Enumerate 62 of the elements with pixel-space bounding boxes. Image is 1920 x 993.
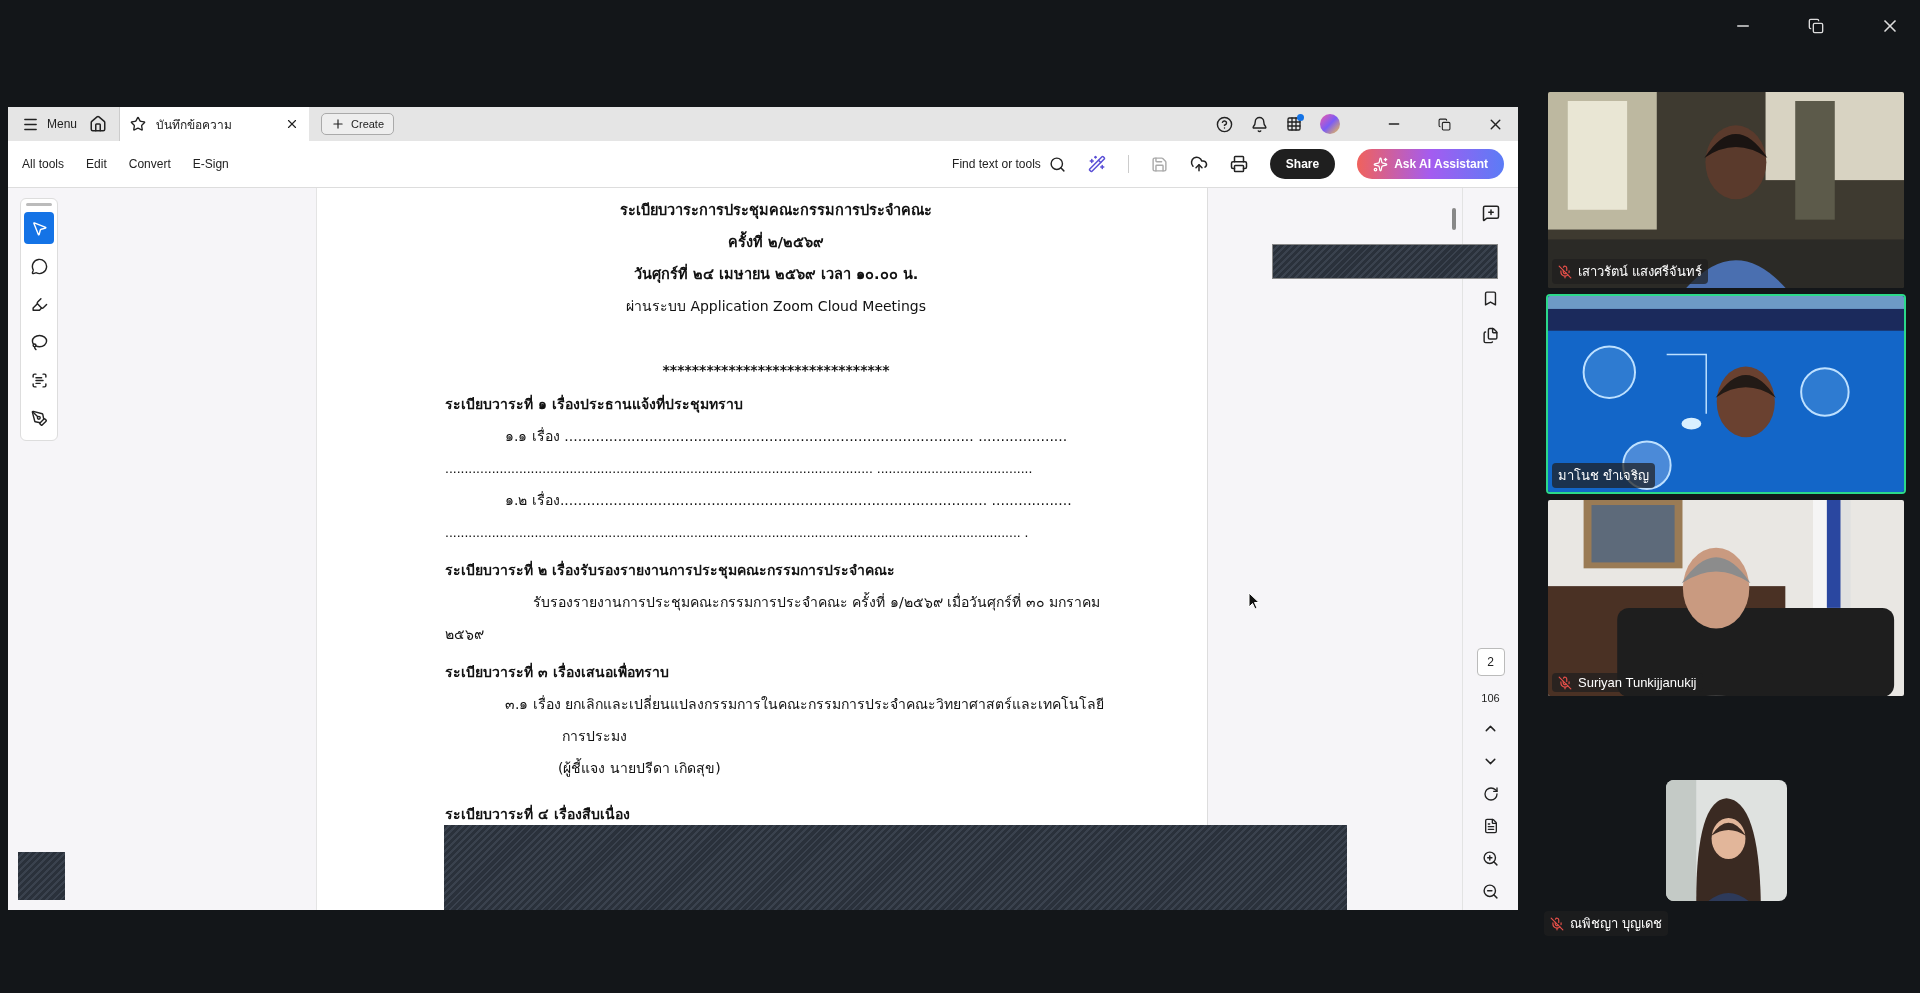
document-title: ผ่านระบบ Application Zoom Cloud Meetings — [624, 297, 928, 316]
share-button[interactable]: Share — [1269, 149, 1336, 179]
pages-icon[interactable] — [1482, 327, 1499, 344]
video-tile[interactable]: Suriyan Tunkijjanukij — [1546, 498, 1906, 698]
agenda-heading: ระเบียบวาระที่ ๒ เรื่องรับรองรายงานการประชุมคณะกรรมการประจำคณะ — [445, 559, 896, 581]
restore-icon[interactable] — [1438, 117, 1451, 131]
upload-icon[interactable] — [1189, 155, 1208, 173]
print-icon[interactable] — [1229, 155, 1248, 173]
zoom-out-icon[interactable] — [1482, 883, 1499, 900]
create-button[interactable]: Create — [321, 113, 395, 135]
zoom-in-icon[interactable] — [1482, 850, 1499, 867]
tab-title: บันทึกข้อความ — [156, 116, 234, 134]
bookmark-icon[interactable] — [1482, 290, 1499, 307]
rotate-icon[interactable] — [1482, 786, 1499, 802]
agenda-item: ๓.๑ เรื่อง ยกเลิกและเปลี่ยนแปลงกรรมการในคณะกรรมการประจำคณะวิทยาศาสตร์และเทคโนโลยีการประมง — [504, 694, 1106, 746]
cursor-icon — [1248, 592, 1260, 610]
agenda-heading: ระเบียบวาระที่ ๑ เรื่องประธานแจ้งที่ประชุมทราบ — [445, 393, 744, 415]
video-tile[interactable]: เสาวรัตน์ แสงศรีจันทร์ — [1546, 90, 1906, 290]
participant-name: Suriyan Tunkijjanukij — [1578, 675, 1697, 690]
participant-name: มาโนช ขำเจริญ — [1558, 467, 1649, 485]
scrollbar-thumb[interactable] — [1452, 208, 1456, 230]
redaction-block — [18, 852, 65, 900]
plus-icon — [331, 117, 346, 131]
agenda-item: ๑.๒ เรื่อง................................................................................................ .................. — [504, 490, 1073, 510]
apps-icon[interactable] — [1286, 116, 1302, 132]
agenda-item: ๑.๑ เรื่อง ............................................................................................ .................... — [504, 426, 1069, 446]
restore-icon[interactable] — [1808, 18, 1824, 34]
sparkle-icon — [1373, 156, 1389, 172]
avatar-icon[interactable] — [1320, 114, 1340, 134]
menu-button[interactable]: Menu — [16, 111, 84, 137]
participant-name: เสาวรัตน์ แสงศรีจันทร์ — [1578, 263, 1702, 281]
page-number-field[interactable]: 2 — [1476, 648, 1505, 676]
page-icon[interactable] — [1482, 818, 1499, 834]
ask-ai-button[interactable]: Ask AI Assistant — [1357, 149, 1504, 179]
help-icon[interactable] — [1216, 115, 1233, 133]
agenda-heading: ระเบียบวาระที่ ๓ เรื่องเสนอเพื่อทราบ — [445, 661, 670, 682]
document-title: ระเบียบวาระการประชุมคณะกรรมการประจำคณะ — [619, 201, 933, 221]
menu-item[interactable]: All tools — [22, 157, 65, 171]
document-title: วันศุกร์ที่ ๒๔ เมษายน ๒๕๖๙ เวลา ๑๐.๐๐ น. — [445, 258, 1107, 290]
menu-item[interactable]: Edit — [86, 157, 107, 171]
menu-item[interactable]: Convert — [128, 157, 171, 171]
document-tab[interactable]: บันทึกข้อความ — [119, 107, 310, 141]
dotted-line: .................................................................................................................................................... . — [445, 523, 1030, 542]
drag-handle[interactable] — [26, 203, 52, 206]
menu-item[interactable]: E-Sign — [192, 157, 229, 171]
presenter-note: (ผู้ชี้แจง นายปรีดา เกิดสุข) — [557, 757, 722, 779]
separator-line: ******************************* — [661, 361, 891, 380]
comment-add-icon[interactable] — [1481, 204, 1500, 222]
participant-name: ณพิชญา บุญเดช — [1570, 915, 1662, 934]
bell-icon[interactable] — [1251, 115, 1268, 133]
dotted-line: .............................................................................................................. ........................................ — [445, 459, 1034, 478]
star-icon[interactable] — [130, 116, 147, 132]
pointer-icon[interactable] — [24, 212, 54, 244]
video-tile[interactable]: มาโนช ขำเจริญ — [1546, 294, 1906, 494]
ai-tools-icon[interactable] — [1087, 155, 1106, 173]
page-count: 106 — [1481, 692, 1500, 704]
document-title: ครั้งที่ ๒/๒๕๖๙ — [445, 226, 1107, 258]
agenda-text: รับรองรายงานการประชุมคณะกรรมการประจำคณะ ครั้งที่ ๑/๒๕๖๙ เมื่อวันศุกร์ที่ ๓๐ มกราคม ๒๕๖๙ — [445, 591, 1101, 644]
home-icon[interactable] — [89, 115, 108, 133]
find-text-link[interactable]: Find text or tools — [952, 157, 1041, 171]
agenda-heading: ระเบียบวาระที่ ๔ เรื่องสืบเนื่อง — [445, 803, 631, 824]
search-icon[interactable] — [1048, 155, 1066, 173]
